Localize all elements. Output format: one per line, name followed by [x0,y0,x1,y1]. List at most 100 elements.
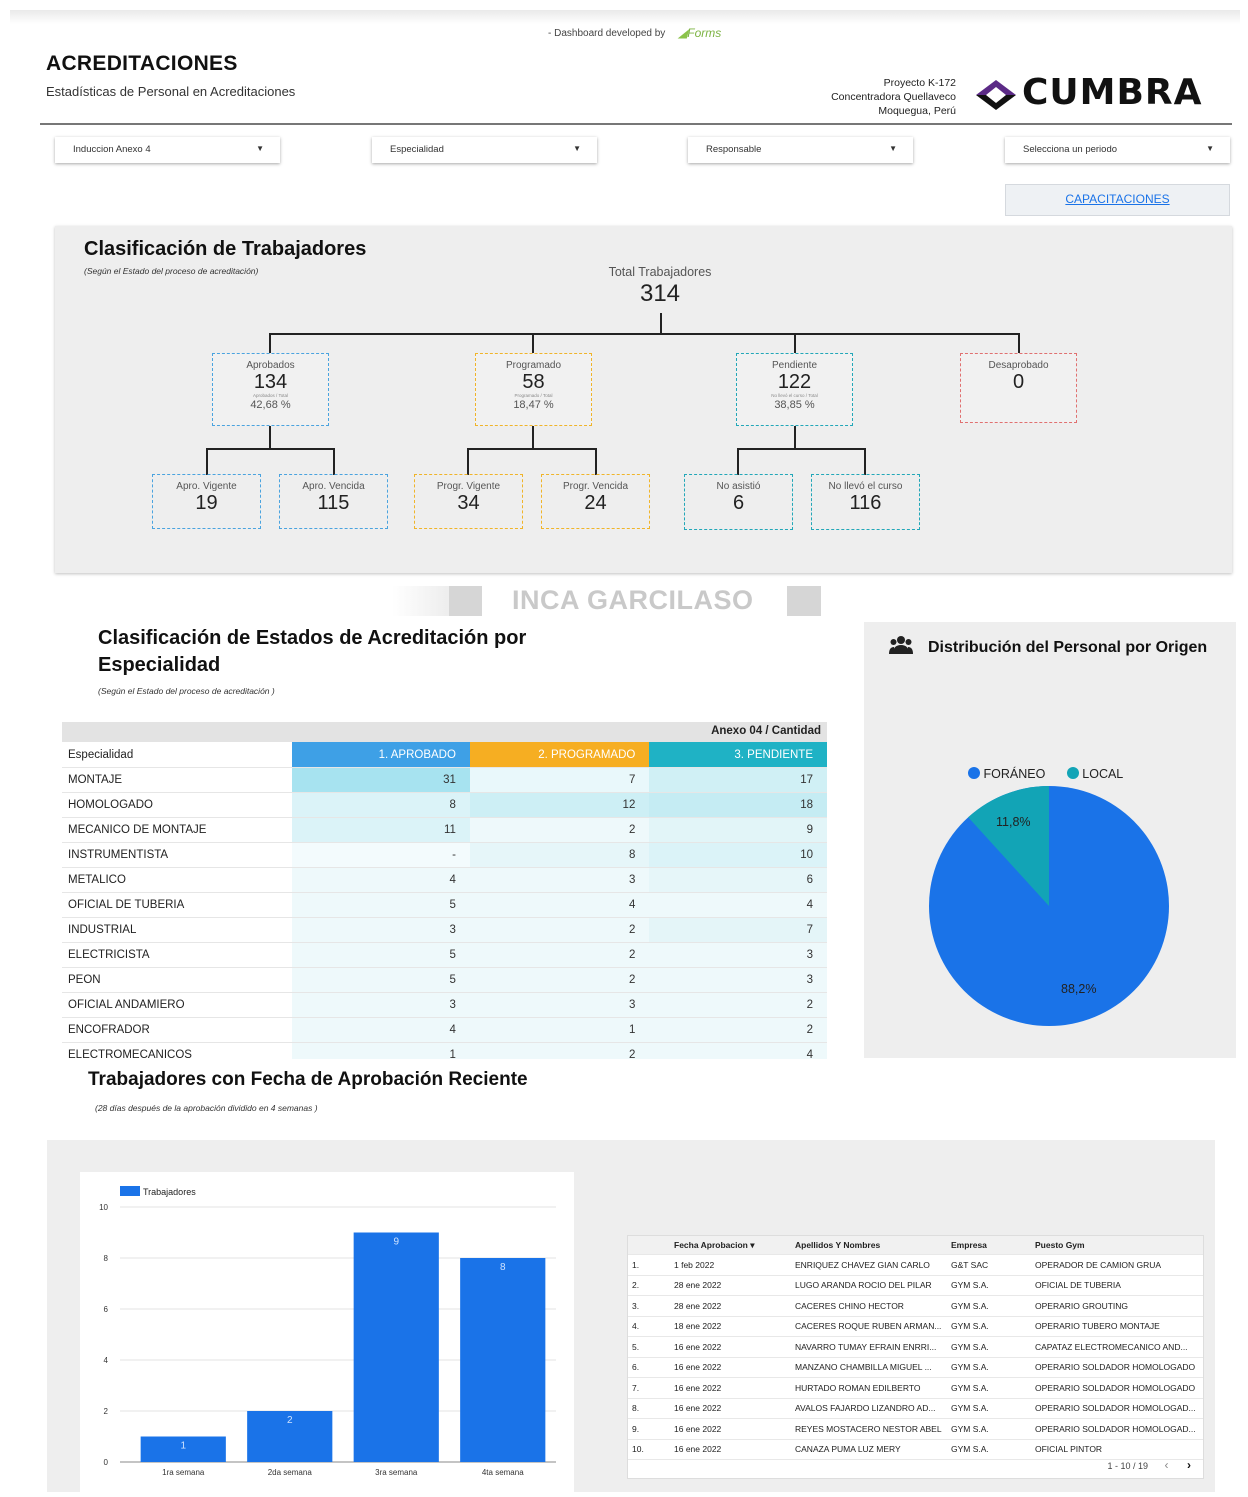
table-row[interactable]: OFICIAL ANDAMIERO 3 3 2 [62,992,827,1018]
filter-especialidad[interactable]: Especialidad ▼ [372,137,597,163]
row-nombre: NAVARRO TUMAY EFRAIN ENRRI... [791,1336,947,1358]
filter-responsable[interactable]: Responsable ▼ [688,137,913,163]
node-apro-vencida: Apro. Vencida 115 [279,474,388,529]
legend-local: LOCAL [1082,767,1124,781]
pie-legend: FORÁNEO LOCAL [968,767,1123,781]
table-row[interactable]: 9. 16 ene 2022 REYES MOSTACERO NESTOR ABEL… [628,1418,1203,1440]
node-value: 34 [457,492,480,514]
row-index: 7. [628,1377,670,1399]
row-especialidad: OFICIAL DE TUBERIA [62,892,293,918]
node-aprobados: Aprobados 134 Aprobados / Total 42,68 % [212,353,329,426]
row-especialidad: PEON [62,967,293,993]
cumbra-logo-icon [976,80,1016,110]
row-aprobado: 3 [292,917,470,943]
row-empresa: GYM S.A. [947,1398,1031,1419]
row-pendiente: 4 [649,1042,827,1059]
next-page-icon[interactable]: › [1187,1458,1191,1472]
table-row[interactable]: 7. 16 ene 2022 HURTADO ROMAN EDILBERTO GYM … [628,1377,1203,1399]
col-header-empresa[interactable]: Empresa [947,1236,1031,1255]
row-aprobado: 5 [292,892,470,918]
table-row[interactable]: HOMOLOGADO 8 12 18 [62,792,827,818]
row-aprobado: - [292,842,470,868]
node-progr-vencida: Progr. Vencida 24 [541,474,650,529]
node-label: Programado [505,360,562,371]
table-row[interactable]: 4. 18 ene 2022 CACERES ROQUE RUBEN ARMAN..… [628,1316,1203,1337]
legend-swatch [120,1186,140,1196]
row-programado: 3 [469,867,650,893]
table-row[interactable]: 5. 16 ene 2022 NAVARRO TUMAY EFRAIN ENRRI.… [628,1336,1203,1358]
col-header-aprobado[interactable]: 1. APROBADO [292,742,470,768]
row-puesto: OPERARIO SOLDADOR HOMOLOGADO [1031,1357,1203,1378]
table-row[interactable]: ELECTRICISTA 5 2 3 [62,942,827,968]
row-nombre: AVALOS FAJARDO LIZANDRO AD... [791,1398,947,1419]
x-tick-label: 2da semana [268,1468,313,1477]
row-nombre: MANZANO CHAMBILLA MIGUEL ... [791,1357,947,1378]
row-especialidad: ELECTROMECANICOS [62,1042,293,1059]
col-header-puesto[interactable]: Puesto Gym [1031,1236,1203,1255]
y-tick-label: 8 [104,1254,109,1263]
table-row[interactable]: 8. 16 ene 2022 AVALOS FAJARDO LIZANDRO AD.… [628,1398,1203,1419]
specialty-table-wrap[interactable]: Especialidad 1. APROBADO 2. PROGRAMADO 3… [62,742,827,1059]
col-header-nombre[interactable]: Apellidos Y Nombres [791,1236,947,1255]
table-row[interactable]: 1. 1 feb 2022 ENRIQUEZ CHAVEZ GIAN CARLO G&… [628,1254,1203,1276]
row-puesto: OPERARIO SOLDADOR HOMOLOGADO [1031,1377,1203,1399]
bar[interactable] [353,1232,439,1463]
y-tick-label: 4 [104,1356,109,1365]
col-header-especialidad[interactable]: Especialidad [62,742,293,768]
row-empresa: GYM S.A. [947,1357,1031,1378]
bar-chart-card: Trabajadores 0 2 4 6 8 10 1 1ra semana 2 2da seman… [80,1172,574,1492]
row-index: 8. [628,1398,670,1419]
node-value: 6 [732,492,745,514]
workers-table-card: Fecha Aprobacion ▾ Apellidos Y Nombres E… [627,1235,1204,1479]
node-label: Progr. Vencida [562,481,629,492]
filter-periodo[interactable]: Selecciona un periodo ▼ [1005,137,1230,163]
bar[interactable] [460,1258,546,1462]
capacitaciones-link[interactable]: CAPACITACIONES [1005,184,1230,216]
workers-table: Fecha Aprobacion ▾ Apellidos Y Nombres E… [628,1236,1203,1460]
users-icon [889,635,913,661]
chevron-down-icon: ▼ [256,144,264,153]
legend-label: Trabajadores [143,1187,196,1197]
row-pendiente: 2 [649,1017,827,1043]
total-label: Total Trabajadores [608,265,712,279]
table-row[interactable]: INDUSTRIAL 3 2 7 [62,917,827,943]
row-aprobado: 1 [292,1042,470,1059]
col-header-fecha[interactable]: Fecha Aprobacion ▾ [670,1236,791,1255]
table-row[interactable]: MONTAJE 31 7 17 [62,767,827,793]
row-pendiente: 7 [649,917,827,943]
filter-label: Selecciona un periodo [1023,144,1118,155]
weekly-bar-chart: Trabajadores 0 2 4 6 8 10 1 1ra semana 2 2da seman… [99,1186,556,1477]
row-aprobado: 5 [292,942,470,968]
table-row[interactable]: ELECTROMECANICOS 1 2 4 [62,1042,827,1059]
pie-label-local: 11,8% [996,815,1031,829]
row-especialidad: MECANICO DE MONTAJE [62,817,293,843]
legend-swatch-local [1066,767,1079,779]
table-row[interactable]: OFICIAL DE TUBERIA 5 4 4 [62,892,827,918]
row-especialidad: ELECTRICISTA [62,942,293,968]
table-row[interactable]: 10. 16 ene 2022 CANAZA PUMA LUZ MERY GYM S.… [628,1439,1203,1460]
col-header-pendiente[interactable]: 3. PENDIENTE [649,742,827,768]
col-header-programado[interactable]: 2. PROGRAMADO [469,742,650,768]
row-programado: 3 [469,992,650,1018]
table-row[interactable]: PEON 5 2 3 [62,967,827,993]
table-row[interactable]: 3. 28 ene 2022 CACERES CHINO HECTOR GYM S.A… [628,1295,1203,1317]
node-label: Apro. Vigente [176,481,237,492]
table-row[interactable]: MECANICO DE MONTAJE 11 2 9 [62,817,827,843]
prev-page-icon[interactable]: ‹ [1164,1458,1168,1472]
row-pendiente: 17 [649,767,827,793]
page-title: ACREDITACIONES [46,52,238,75]
table-row[interactable]: 2. 28 ene 2022 LUGO ARANDA ROCIO DEL PILAR… [628,1275,1203,1296]
project-info: Proyecto K-172 Concentradora Quellaveco … [760,76,956,118]
table-row[interactable]: INSTRUMENTISTA -8 10 [62,842,827,868]
row-pendiente: 3 [649,967,827,993]
filter-induccion[interactable]: Induccion Anexo 4 ▼ [55,137,280,163]
specialty-title: Clasificación de Estados de Acreditación… [98,627,527,676]
table-row[interactable]: ENCOFRADOR 4 1 2 [62,1017,827,1043]
legend-swatch-foraneo [968,767,980,779]
bar-value-label: 1 [180,1441,186,1452]
row-index: 2. [628,1275,670,1296]
node-label: Apro. Vencida [302,481,365,492]
table-row[interactable]: 6. 16 ene 2022 MANZANO CHAMBILLA MIGUEL ..… [628,1357,1203,1378]
row-puesto: OFICIAL DE TUBERIA [1031,1275,1203,1296]
table-row[interactable]: METALICO 4 3 6 [62,867,827,893]
